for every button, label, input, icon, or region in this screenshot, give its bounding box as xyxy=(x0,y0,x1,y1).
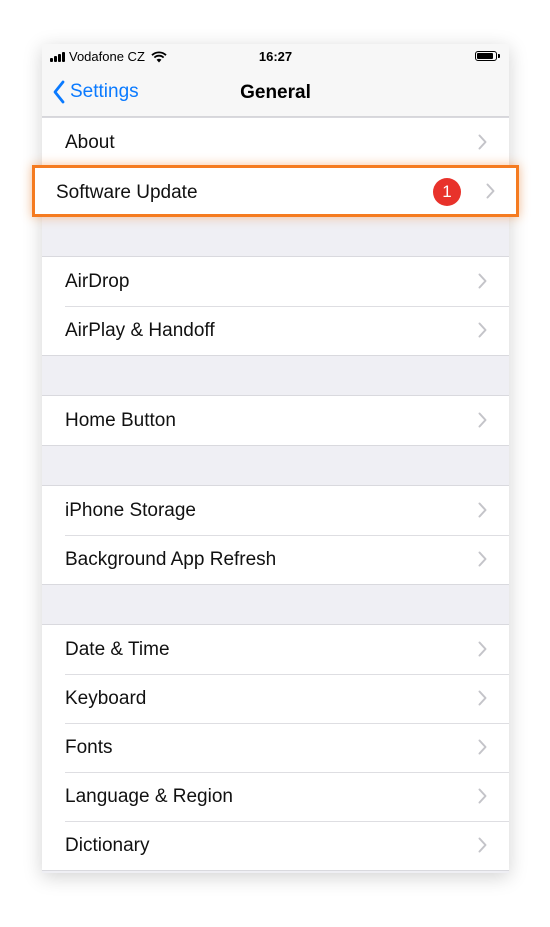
row-date-time[interactable]: Date & Time xyxy=(42,625,509,674)
row-about[interactable]: About xyxy=(42,118,509,167)
chevron-right-icon xyxy=(478,502,487,518)
settings-group: Date & Time Keyboard Fonts Language & Re… xyxy=(42,624,509,871)
chevron-right-icon xyxy=(478,134,487,150)
row-iphone-storage[interactable]: iPhone Storage xyxy=(42,486,509,535)
row-label: Language & Region xyxy=(65,785,233,807)
row-fonts[interactable]: Fonts xyxy=(42,723,509,772)
row-label: iPhone Storage xyxy=(65,499,196,521)
chevron-right-icon xyxy=(478,273,487,289)
chevron-right-icon xyxy=(478,837,487,853)
row-home-button[interactable]: Home Button xyxy=(42,396,509,445)
row-label: Background App Refresh xyxy=(65,548,277,570)
notification-badge: 1 xyxy=(433,178,461,206)
battery-icon xyxy=(475,51,500,61)
row-label: Home Button xyxy=(65,409,176,431)
settings-group: Home Button xyxy=(42,395,509,446)
chevron-right-icon xyxy=(478,690,487,706)
software-update-highlight[interactable]: Software Update 1 xyxy=(32,165,519,217)
row-airdrop[interactable]: AirDrop xyxy=(42,257,509,306)
settings-group: AirDrop AirPlay & Handoff xyxy=(42,256,509,356)
chevron-right-icon xyxy=(478,641,487,657)
chevron-right-icon xyxy=(478,739,487,755)
chevron-right-icon xyxy=(478,322,487,338)
row-label: AirPlay & Handoff xyxy=(65,319,215,341)
row-keyboard[interactable]: Keyboard xyxy=(42,674,509,723)
clock-time: 16:27 xyxy=(258,49,293,64)
chevron-right-icon xyxy=(478,551,487,567)
row-language-region[interactable]: Language & Region xyxy=(42,772,509,821)
chevron-right-icon xyxy=(486,183,495,199)
settings-group: iPhone Storage Background App Refresh xyxy=(42,485,509,585)
row-label: Date & Time xyxy=(65,638,170,660)
row-airplay-handoff[interactable]: AirPlay & Handoff xyxy=(42,306,509,355)
chevron-right-icon xyxy=(478,412,487,428)
status-bar: Vodafone CZ 16:27 xyxy=(42,44,509,70)
row-label: AirDrop xyxy=(65,270,130,292)
settings-list: About Software Update 1 AirDrop AirPlay … xyxy=(42,117,509,871)
row-label: About xyxy=(65,131,115,153)
row-label: Fonts xyxy=(65,736,113,758)
chevron-right-icon xyxy=(478,788,487,804)
page-title: General xyxy=(240,82,311,103)
row-dictionary[interactable]: Dictionary xyxy=(42,821,509,870)
row-background-app-refresh[interactable]: Background App Refresh xyxy=(42,535,509,584)
highlight-label: Software Update xyxy=(56,182,198,203)
navigation-bar: Settings General xyxy=(42,70,509,117)
row-label: Dictionary xyxy=(65,834,150,856)
row-label: Keyboard xyxy=(65,687,147,709)
